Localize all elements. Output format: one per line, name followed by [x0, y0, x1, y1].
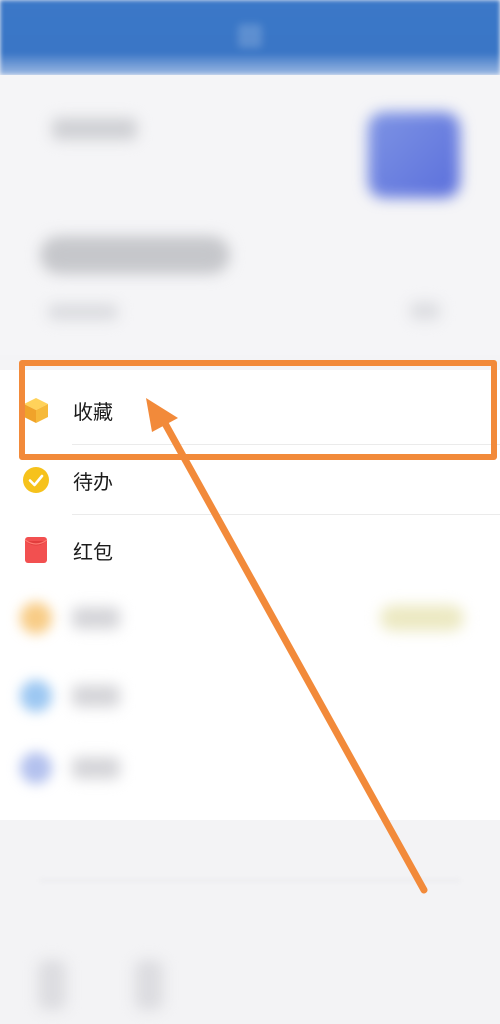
annotation-arrow — [146, 398, 428, 894]
